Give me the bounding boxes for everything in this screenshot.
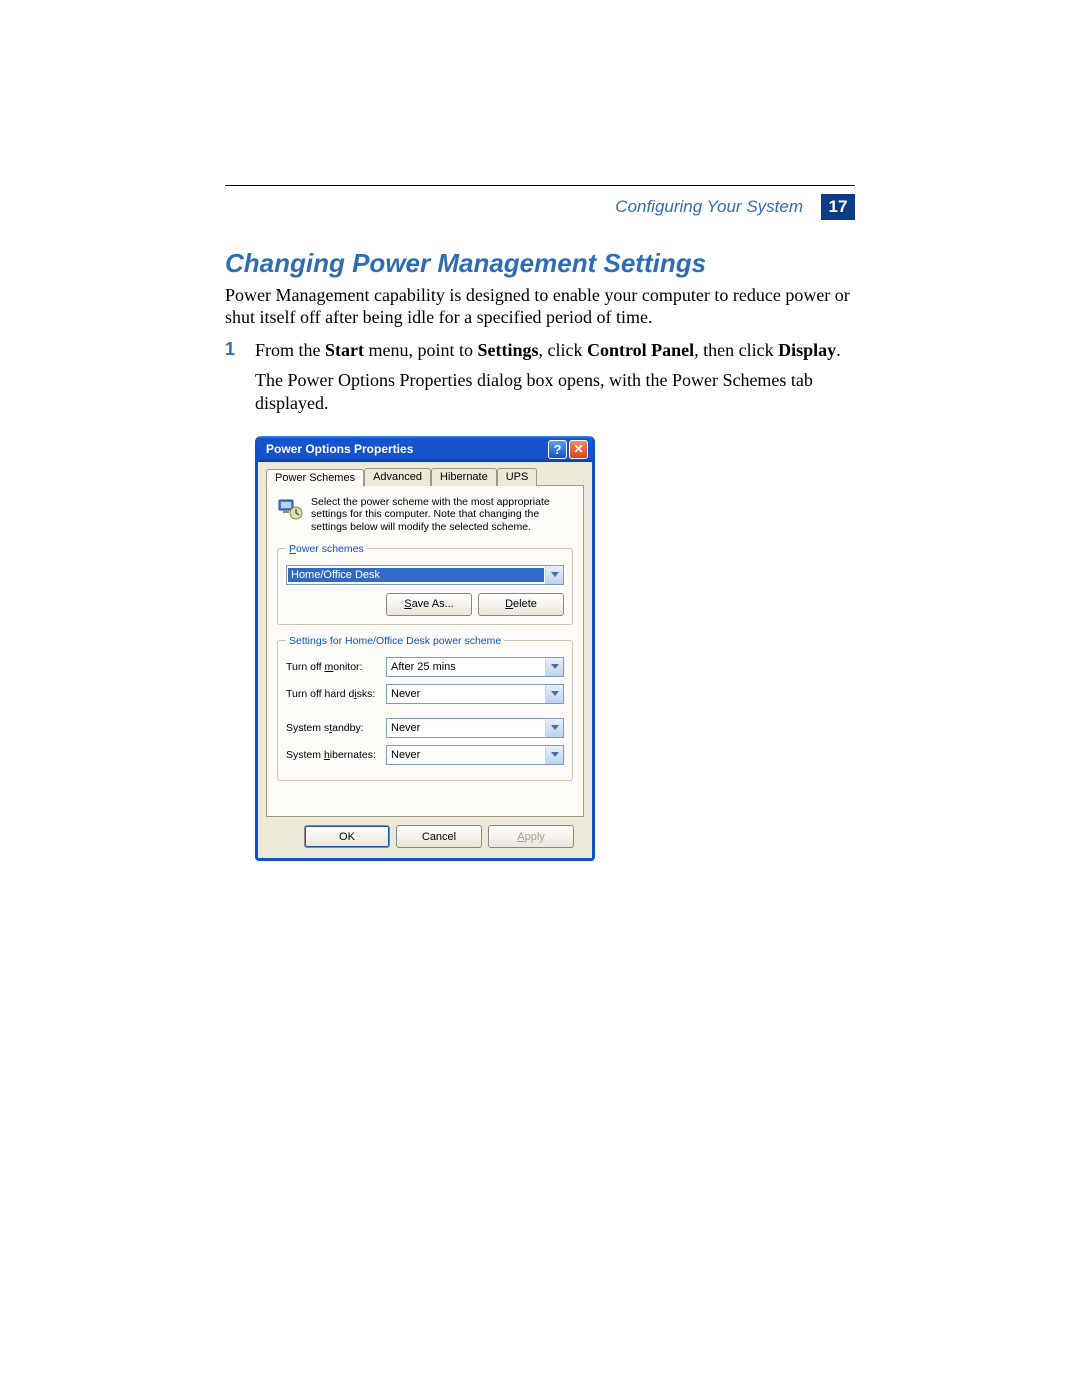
- power-scheme-icon: [277, 496, 303, 522]
- delete-button[interactable]: Delete: [478, 593, 564, 616]
- chevron-down-icon: [545, 719, 563, 737]
- standby-value: Never: [387, 722, 545, 734]
- monitor-row: Turn off monitor: After 25 mins: [286, 657, 564, 677]
- tab-strip: Power Schemes Advanced Hibernate UPS: [266, 468, 584, 486]
- description-text: Select the power scheme with the most ap…: [311, 496, 573, 532]
- tab-advanced[interactable]: Advanced: [364, 468, 431, 486]
- chevron-down-icon: [545, 566, 563, 584]
- save-as-button[interactable]: Save As...: [386, 593, 472, 616]
- step-number: 1: [225, 339, 241, 362]
- cancel-button[interactable]: Cancel: [396, 825, 482, 848]
- description-row: Select the power scheme with the most ap…: [277, 496, 573, 532]
- power-schemes-legend: Power schemes: [286, 543, 367, 555]
- content-area: Changing Power Management Settings Power…: [225, 248, 855, 861]
- hibernate-value: Never: [387, 749, 545, 761]
- step-1: 1 From the Start menu, point to Settings…: [225, 339, 855, 362]
- manual-page: Configuring Your System 17 Changing Powe…: [0, 0, 1080, 1397]
- apply-button[interactable]: Apply: [488, 825, 574, 848]
- power-scheme-value: Home/Office Desk: [288, 568, 544, 582]
- chevron-down-icon: [545, 746, 563, 764]
- dialog-screenshot: Power Options Properties ? ✕ Power Schem…: [255, 436, 855, 861]
- page-number-badge: 17: [821, 194, 855, 220]
- running-head: Configuring Your System 17: [615, 194, 855, 220]
- intro-paragraph: Power Management capability is designed …: [225, 285, 855, 329]
- disks-label: Turn off hard disks:: [286, 688, 386, 700]
- standby-row: System standby: Never: [286, 718, 564, 738]
- disks-row: Turn off hard disks: Never: [286, 684, 564, 704]
- chevron-down-icon: [545, 685, 563, 703]
- standby-select[interactable]: Never: [386, 718, 564, 738]
- page-heading: Changing Power Management Settings: [225, 248, 855, 279]
- monitor-select[interactable]: After 25 mins: [386, 657, 564, 677]
- section-name: Configuring Your System: [615, 197, 803, 217]
- step-followup: The Power Options Properties dialog box …: [255, 369, 855, 414]
- power-schemes-group: Power schemes Home/Office Desk Save As..…: [277, 543, 573, 625]
- scheme-settings-legend: Settings for Home/Office Desk power sche…: [286, 635, 504, 647]
- standby-label: System standby:: [286, 722, 386, 734]
- scheme-settings-group: Settings for Home/Office Desk power sche…: [277, 635, 573, 781]
- hibernate-select[interactable]: Never: [386, 745, 564, 765]
- monitor-value: After 25 mins: [387, 661, 545, 673]
- hibernate-row: System hibernates: Never: [286, 745, 564, 765]
- header-rule: [225, 185, 855, 186]
- tab-pane: Select the power scheme with the most ap…: [266, 485, 584, 817]
- step-text: From the Start menu, point to Settings, …: [255, 339, 841, 362]
- hibernate-label: System hibernates:: [286, 749, 386, 761]
- dialog-body: Power Schemes Advanced Hibernate UPS: [258, 462, 592, 858]
- power-options-dialog: Power Options Properties ? ✕ Power Schem…: [255, 436, 595, 861]
- tab-hibernate[interactable]: Hibernate: [431, 468, 497, 486]
- dialog-title: Power Options Properties: [266, 442, 546, 456]
- dialog-titlebar[interactable]: Power Options Properties ? ✕: [258, 436, 592, 462]
- ok-button[interactable]: OK: [304, 825, 390, 848]
- dialog-button-row: OK Cancel Apply: [266, 817, 584, 848]
- tab-ups[interactable]: UPS: [497, 468, 538, 486]
- power-scheme-select[interactable]: Home/Office Desk: [286, 565, 564, 585]
- help-icon[interactable]: ?: [548, 440, 567, 459]
- disks-value: Never: [387, 688, 545, 700]
- monitor-label: Turn off monitor:: [286, 661, 386, 673]
- close-icon[interactable]: ✕: [569, 440, 588, 459]
- disks-select[interactable]: Never: [386, 684, 564, 704]
- chevron-down-icon: [545, 658, 563, 676]
- tab-power-schemes[interactable]: Power Schemes: [266, 469, 364, 487]
